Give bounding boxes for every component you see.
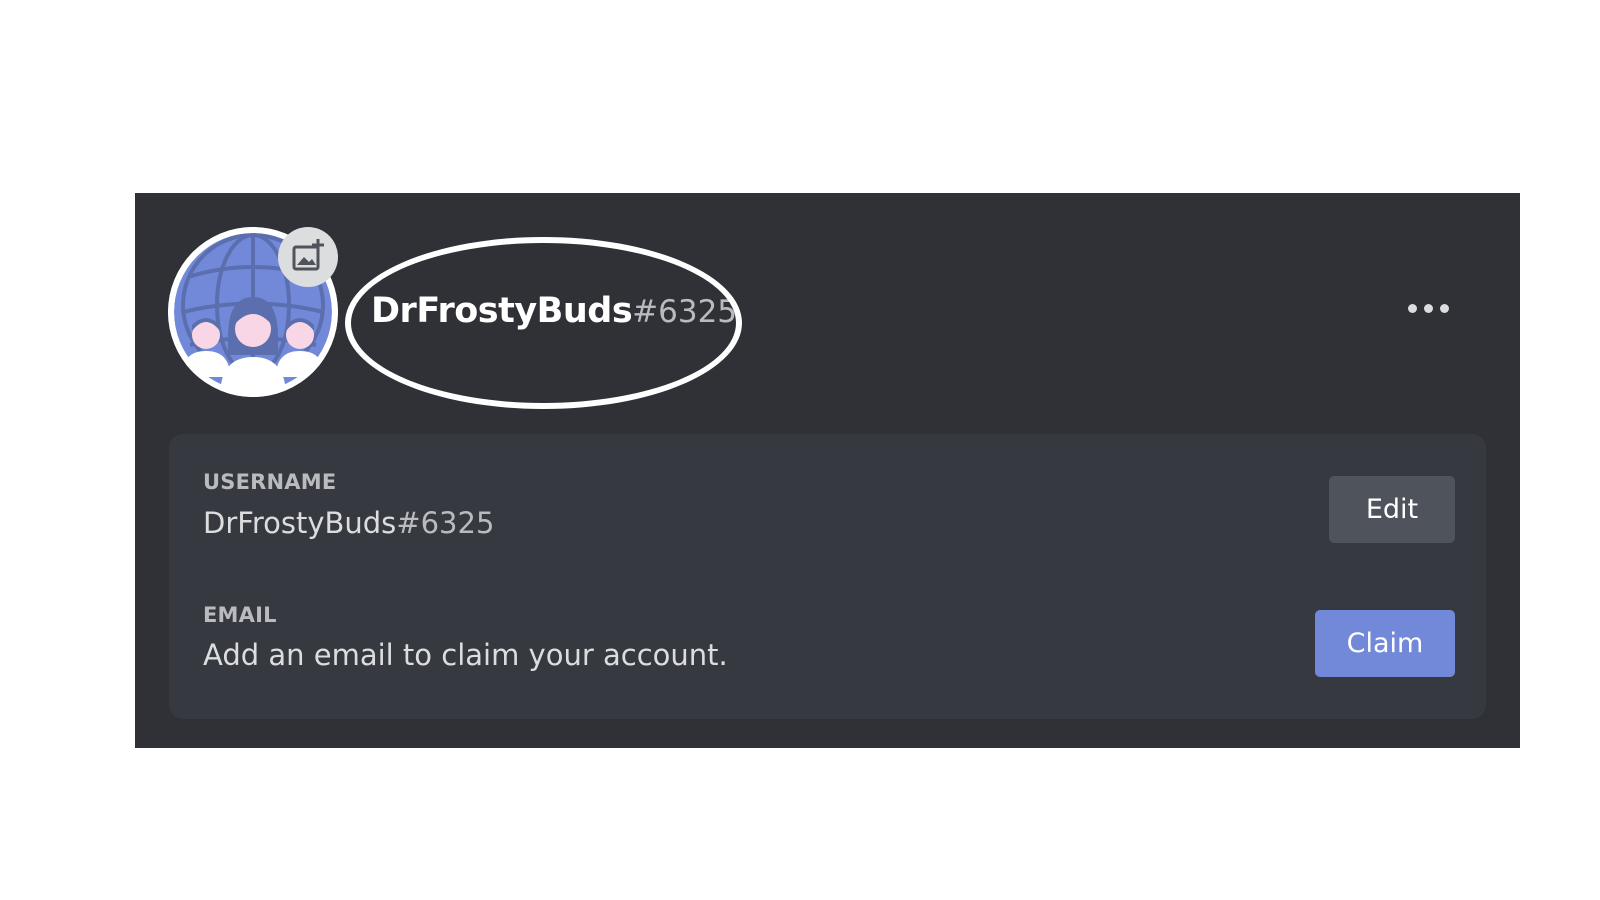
more-options-icon-dot-3 (1439, 303, 1449, 313)
username-value-tag: #6325 (396, 506, 495, 540)
more-options-button[interactable] (1400, 288, 1456, 328)
more-options-icon (1407, 303, 1417, 313)
edit-username-button[interactable]: Edit (1329, 476, 1455, 543)
email-value: Add an email to claim your account. (203, 638, 728, 672)
username-label: USERNAME (203, 470, 337, 494)
add-image-icon (292, 239, 324, 271)
upload-avatar-button[interactable] (278, 227, 338, 287)
more-options-icon-dot-2 (1423, 303, 1433, 313)
profile-discriminator: #6325 (632, 294, 738, 330)
profile-display-name: DrFrostyBuds#6325 (371, 289, 737, 339)
account-info-panel: USERNAME DrFrostyBuds#6325 Edit EMAIL Ad… (169, 434, 1486, 719)
profile-username: DrFrostyBuds (371, 291, 633, 331)
email-label: EMAIL (203, 603, 277, 627)
claim-account-button[interactable]: Claim (1315, 610, 1455, 677)
username-value: DrFrostyBuds#6325 (203, 506, 494, 540)
user-profile-card: DrFrostyBuds#6325 USERNAME DrFrostyBuds#… (135, 193, 1520, 748)
username-value-name: DrFrostyBuds (203, 506, 397, 540)
avatar-container (168, 227, 338, 397)
